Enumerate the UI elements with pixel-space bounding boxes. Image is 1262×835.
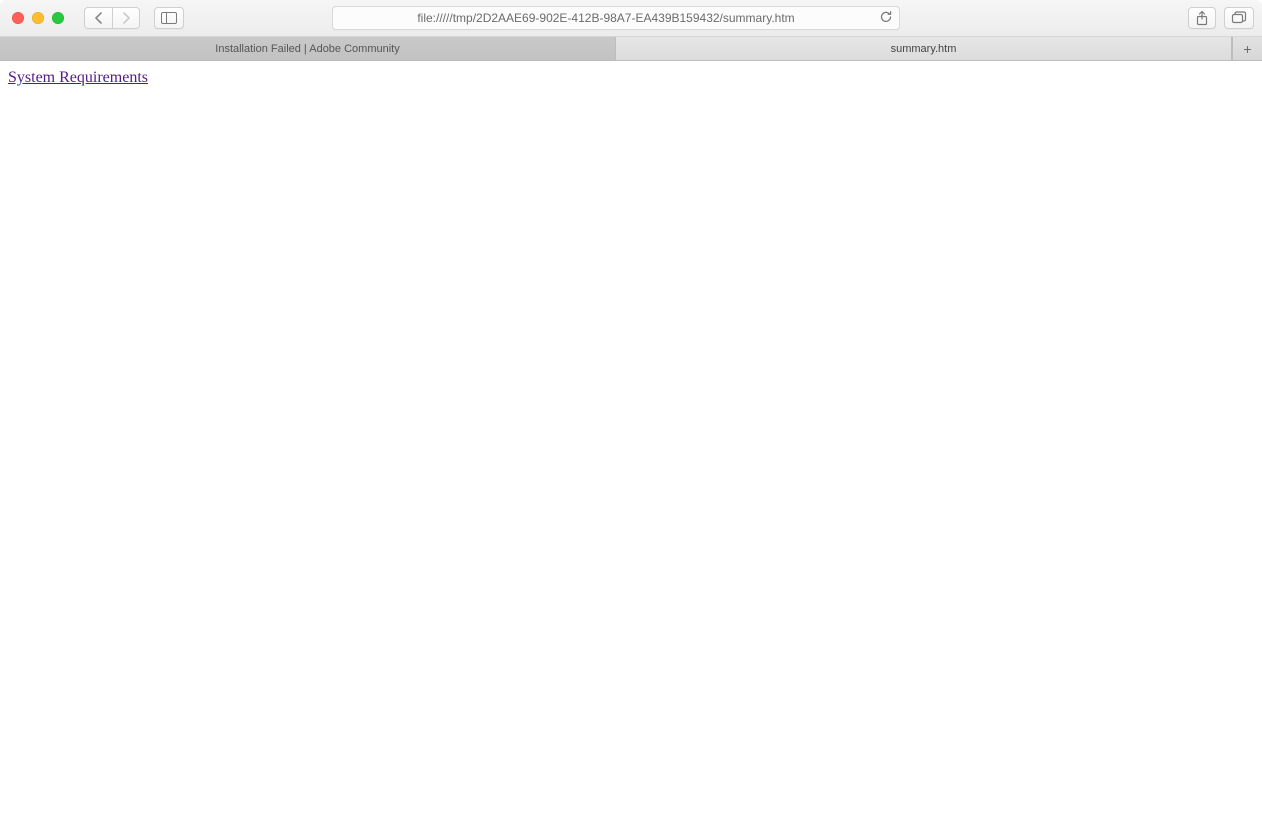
window-minimize-button[interactable]: [32, 12, 44, 24]
forward-button[interactable]: [112, 7, 140, 29]
reload-button[interactable]: [876, 8, 896, 28]
chevron-right-icon: [121, 12, 131, 24]
share-button[interactable]: [1188, 7, 1216, 29]
url-field[interactable]: file://///tmp/2D2AAE69-902E-412B-98A7-EA…: [332, 6, 900, 30]
window-traffic-lights: [12, 12, 64, 24]
window-close-button[interactable]: [12, 12, 24, 24]
toolbar-right-group: [1188, 7, 1254, 29]
tab-label: summary.htm: [891, 43, 957, 55]
share-icon: [1195, 10, 1209, 26]
plus-icon: +: [1243, 41, 1251, 57]
tab-label: Installation Failed | Adobe Community: [215, 43, 399, 55]
reload-icon: [879, 10, 893, 27]
tab-bar: Installation Failed | Adobe Community su…: [0, 37, 1262, 61]
tabs-overview-button[interactable]: [1224, 7, 1254, 29]
window-maximize-button[interactable]: [52, 12, 64, 24]
new-tab-button[interactable]: +: [1232, 37, 1262, 60]
address-bar[interactable]: file://///tmp/2D2AAE69-902E-412B-98A7-EA…: [332, 6, 900, 30]
tab-summary[interactable]: summary.htm: [616, 37, 1232, 60]
tabs-overview-icon: [1231, 11, 1247, 25]
browser-toolbar: file://///tmp/2D2AAE69-902E-412B-98A7-EA…: [0, 0, 1262, 37]
system-requirements-link[interactable]: System Requirements: [8, 69, 148, 86]
tab-installation-failed[interactable]: Installation Failed | Adobe Community: [0, 37, 616, 60]
back-button[interactable]: [84, 7, 112, 29]
chevron-left-icon: [94, 12, 104, 24]
sidebar-icon: [161, 12, 177, 24]
url-text: file://///tmp/2D2AAE69-902E-412B-98A7-EA…: [417, 11, 794, 25]
page-content: System Requirements: [0, 61, 1262, 835]
sidebar-toggle-button[interactable]: [154, 7, 184, 29]
navigation-buttons: [84, 7, 140, 29]
